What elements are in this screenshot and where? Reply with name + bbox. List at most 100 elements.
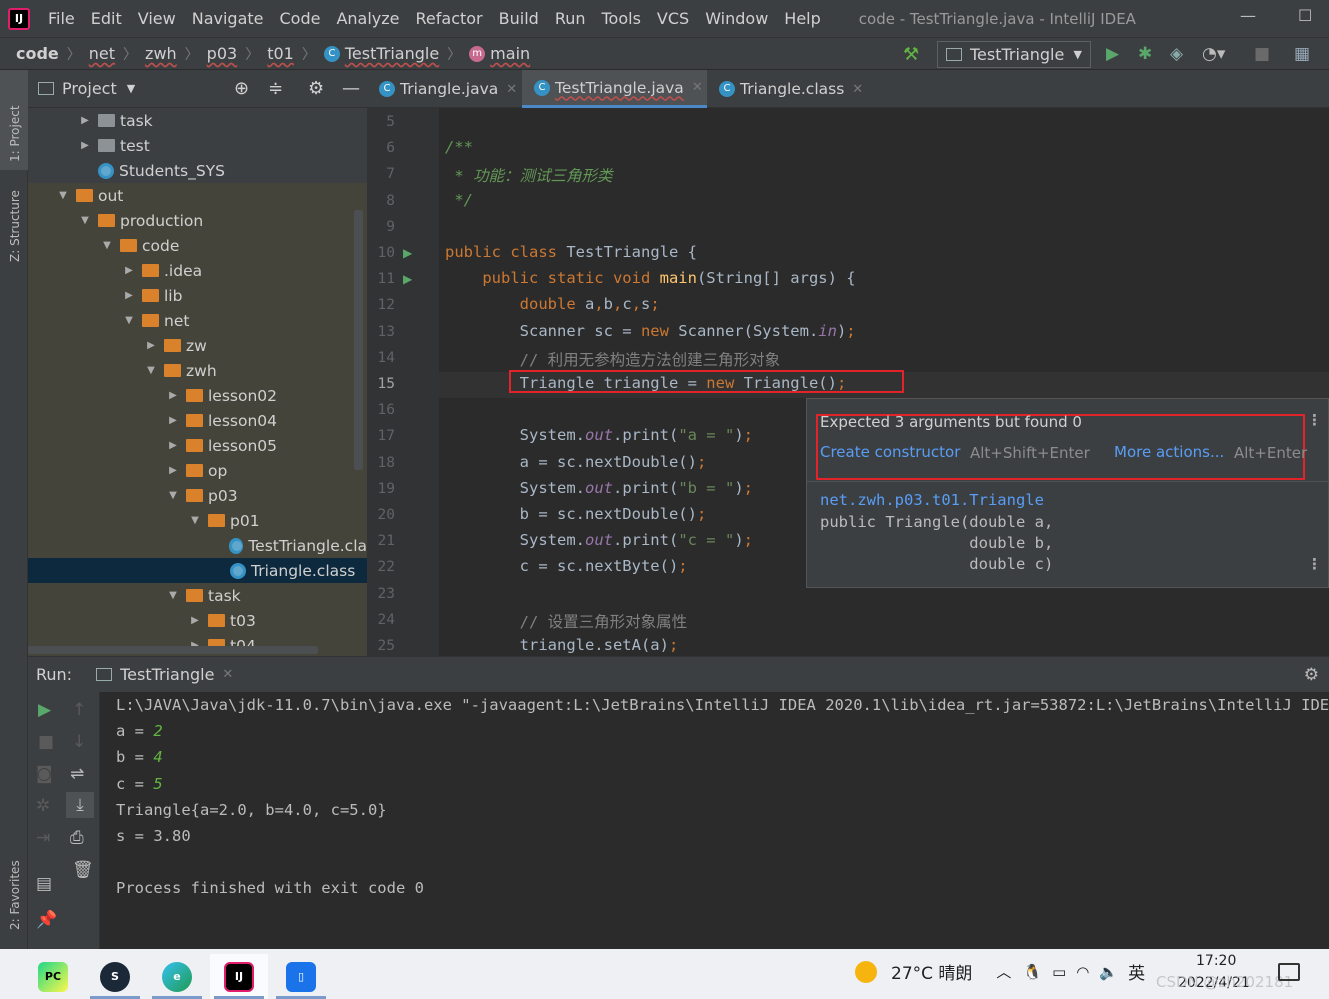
expand-down-icon[interactable]: ▼ <box>78 215 92 226</box>
tree-item[interactable]: ▼ p03 <box>28 483 367 508</box>
tree-item[interactable]: ▼ out <box>28 183 367 208</box>
run-gutter-icon[interactable]: ▶ <box>403 246 412 260</box>
breadcrumb-zwh[interactable]: zwh <box>145 44 177 63</box>
build-hammer-icon[interactable]: ⚒ <box>903 44 919 65</box>
tree-item[interactable]: TestTriangle.cla <box>28 533 367 558</box>
expand-right-icon[interactable]: ▶ <box>166 415 180 426</box>
favorites-tool-tab[interactable]: 2: Favorites <box>8 860 22 930</box>
settings-icon[interactable]: ✲ <box>36 796 50 816</box>
tree-horizontal-scrollbar[interactable] <box>28 646 318 654</box>
tree-item[interactable]: Triangle.class <box>28 558 367 583</box>
breadcrumb-net[interactable]: net <box>89 44 115 63</box>
tree-item[interactable]: ▶ lesson04 <box>28 408 367 433</box>
expand-right-icon[interactable]: ▶ <box>166 465 180 476</box>
arrow-down-icon[interactable]: ↓ <box>72 732 86 752</box>
breadcrumb-t01[interactable]: t01 <box>267 44 294 63</box>
battery-icon[interactable]: ▭ <box>1052 963 1066 981</box>
qq-icon[interactable]: 🐧 <box>1023 963 1042 981</box>
expand-right-icon[interactable]: ▶ <box>144 340 158 351</box>
run-console[interactable]: L:\JAVA\Java\jdk-11.0.7\bin\java.exe "-j… <box>100 692 1329 949</box>
stop-icon[interactable]: ■ <box>1254 44 1270 64</box>
clock-time[interactable]: 17:20 <box>1196 953 1236 969</box>
project-panel-title[interactable]: Project <box>62 79 117 98</box>
print-icon[interactable]: ⎙ <box>70 828 84 848</box>
menu-help[interactable]: Help <box>776 9 828 28</box>
debug-icon[interactable]: ✱ <box>1138 44 1152 64</box>
exit-icon[interactable]: ⇥ <box>36 828 50 848</box>
menu-refactor[interactable]: Refactor <box>408 9 491 28</box>
menu-edit[interactable]: Edit <box>83 9 130 28</box>
scroll-to-end-icon[interactable]: ⤓ <box>66 792 94 818</box>
soft-wrap-icon[interactable]: ⇌ <box>70 764 84 784</box>
editor-tab[interactable]: C Triangle.class ✕ <box>707 70 867 108</box>
run-gutter-icon[interactable]: ▶ <box>403 272 412 286</box>
structure-tool-tab[interactable]: Z: Structure <box>8 190 22 262</box>
minimize-icon[interactable]: — <box>1240 6 1256 25</box>
notification-icon[interactable] <box>1278 963 1300 981</box>
menu-view[interactable]: View <box>130 9 184 28</box>
tree-item[interactable]: ▼ zwh <box>28 358 367 383</box>
menu-code[interactable]: Code <box>272 9 329 28</box>
expand-right-icon[interactable]: ▶ <box>78 115 92 126</box>
gear-icon[interactable]: ⚙ <box>1304 665 1319 685</box>
breadcrumb-code[interactable]: code <box>16 44 59 63</box>
taskbar-steam[interactable]: S <box>86 954 144 999</box>
menu-tools[interactable]: Tools <box>594 9 649 28</box>
expand-down-icon[interactable]: ▼ <box>188 515 202 526</box>
taskbar-edge[interactable]: e <box>148 954 206 999</box>
project-tool-tab[interactable]: 1: Project <box>8 105 22 162</box>
tree-item[interactable]: ▶ lesson05 <box>28 433 367 458</box>
expand-right-icon[interactable]: ▶ <box>188 615 202 626</box>
tree-item[interactable]: Students_SYS <box>28 158 367 183</box>
tree-item[interactable]: ▼ production <box>28 208 367 233</box>
tree-item[interactable]: ▶ lib <box>28 283 367 308</box>
tree-item[interactable]: ▼ task <box>28 583 367 608</box>
breadcrumb-p03[interactable]: p03 <box>207 44 238 63</box>
run-icon[interactable]: ▶ <box>1106 44 1119 64</box>
expand-down-icon[interactable]: ▼ <box>144 365 158 376</box>
tree-item[interactable]: ▶ t03 <box>28 608 367 633</box>
expand-right-icon[interactable]: ▶ <box>166 440 180 451</box>
more-options-icon[interactable]: ⋮ <box>1307 411 1322 429</box>
profile-icon[interactable]: ◔▾ <box>1202 44 1225 64</box>
expand-right-icon[interactable]: ▶ <box>122 290 136 301</box>
breadcrumb-class[interactable]: TestTriangle <box>345 44 439 63</box>
run-configuration-select[interactable]: TestTriangle ▼ <box>937 41 1091 68</box>
tree-item[interactable]: ▼ code <box>28 233 367 258</box>
breadcrumb-method[interactable]: main <box>490 44 530 63</box>
arrow-up-icon[interactable]: ↑ <box>72 700 86 720</box>
expand-down-icon[interactable]: ▼ <box>166 590 180 601</box>
taskbar-pycharm[interactable]: PC <box>24 954 82 999</box>
more-actions-link[interactable]: More actions... <box>1114 443 1224 461</box>
close-icon[interactable]: ✕ <box>852 82 863 97</box>
wifi-icon[interactable]: ◠ <box>1076 963 1089 981</box>
tree-item[interactable]: ▶ op <box>28 458 367 483</box>
menu-build[interactable]: Build <box>491 9 547 28</box>
pin-icon[interactable]: 📌 <box>36 910 57 930</box>
expand-down-icon[interactable]: ▼ <box>166 490 180 501</box>
menu-navigate[interactable]: Navigate <box>184 9 272 28</box>
expand-right-icon[interactable]: ▶ <box>78 140 92 151</box>
expand-right-icon[interactable]: ▶ <box>122 265 136 276</box>
menu-vcs[interactable]: VCS <box>649 9 697 28</box>
tree-item[interactable]: ▶ task <box>28 108 367 133</box>
tree-item[interactable]: ▶ .idea <box>28 258 367 283</box>
stop-icon[interactable]: ■ <box>38 732 54 752</box>
maximize-icon[interactable]: ☐ <box>1298 6 1312 25</box>
expand-down-icon[interactable]: ▼ <box>100 240 114 251</box>
menu-analyze[interactable]: Analyze <box>328 9 407 28</box>
run-tab-testtriangle[interactable]: TestTriangle ✕ <box>96 665 233 684</box>
tree-vertical-scrollbar[interactable] <box>354 210 363 470</box>
tree-item[interactable]: ▶ test <box>28 133 367 158</box>
menu-window[interactable]: Window <box>697 9 776 28</box>
locate-icon[interactable]: ⊕ <box>234 78 249 99</box>
chevron-up-icon[interactable]: ︿ <box>996 961 1011 982</box>
volume-icon[interactable]: 🔈 <box>1099 963 1118 981</box>
coverage-icon[interactable]: ◈ <box>1170 44 1183 64</box>
menu-file[interactable]: File <box>40 9 83 28</box>
more-options-icon[interactable]: ⋮ <box>1307 555 1322 573</box>
expand-right-icon[interactable]: ▶ <box>166 390 180 401</box>
trash-icon[interactable]: 🗑 <box>72 860 94 880</box>
hide-icon[interactable]: — <box>342 78 360 99</box>
rerun-icon[interactable]: ▶ <box>38 700 51 720</box>
